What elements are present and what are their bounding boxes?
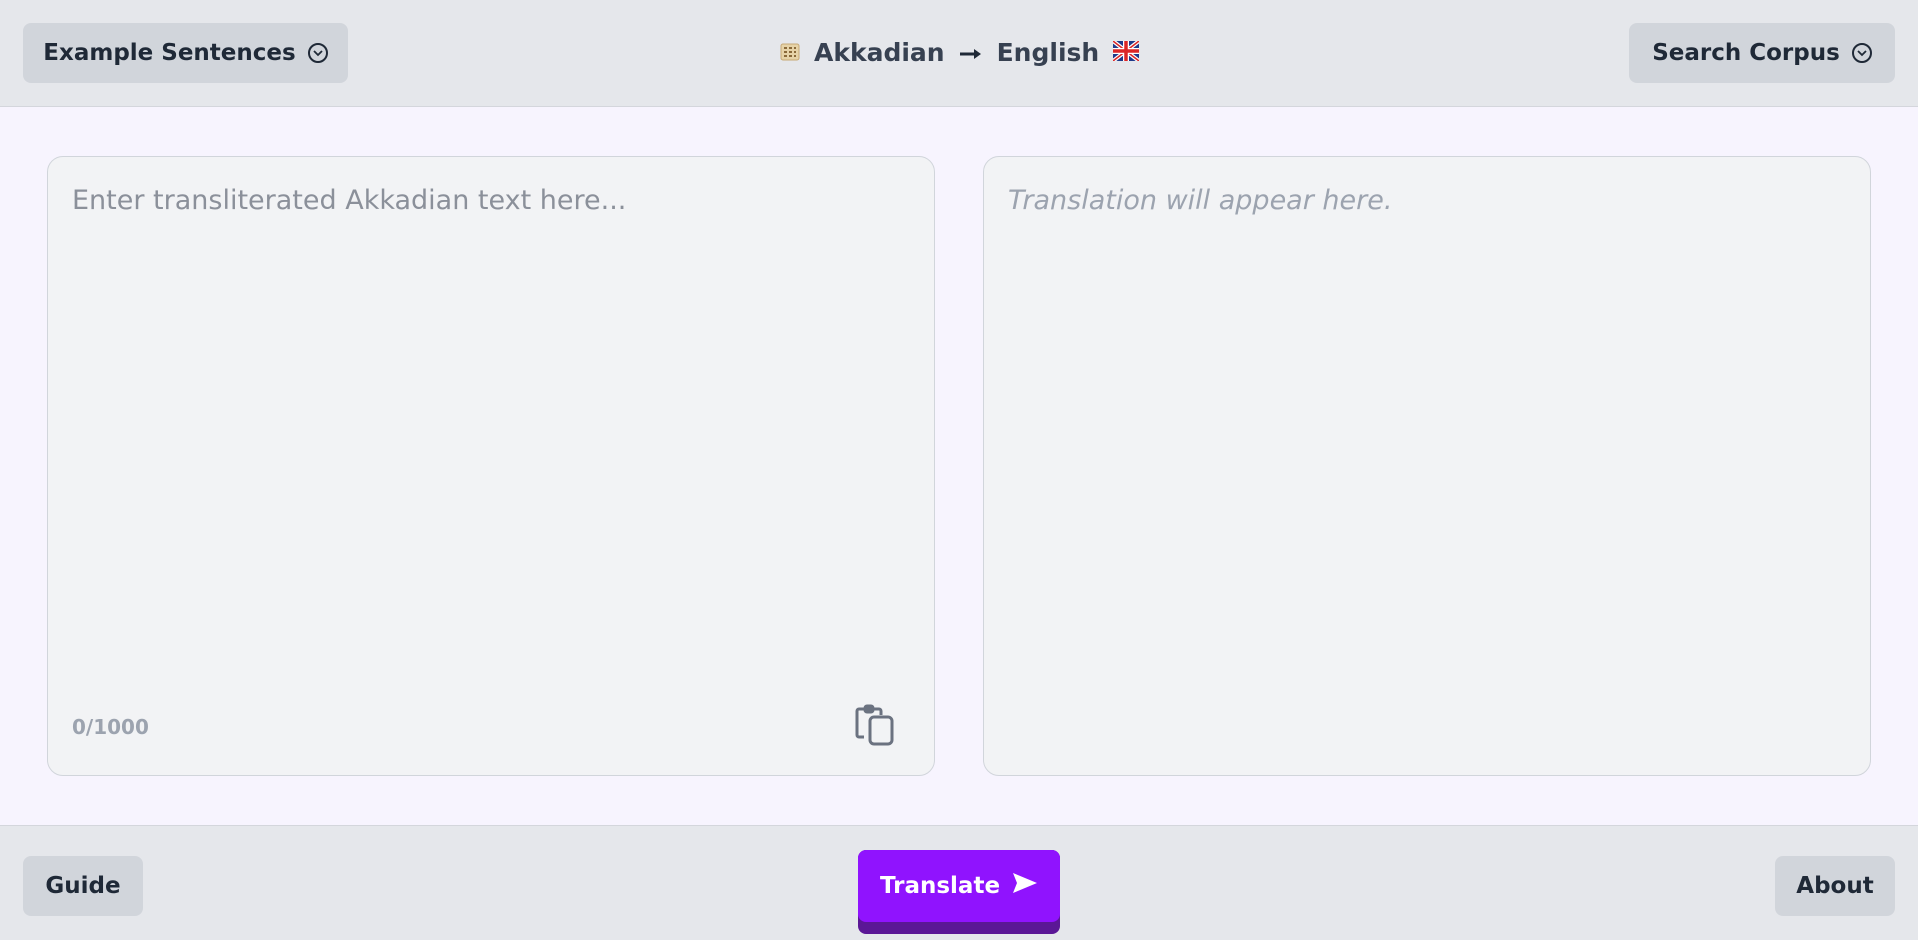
source-language: Akkadian xyxy=(814,37,945,67)
chevron-down-icon xyxy=(1851,43,1872,63)
about-label: About xyxy=(1796,873,1874,899)
search-corpus-button[interactable]: Search Corpus xyxy=(1629,23,1895,83)
input-panel: 0/1000 xyxy=(47,156,935,776)
akkadian-input[interactable] xyxy=(48,157,934,775)
translation-placeholder: Translation will appear here. xyxy=(1008,185,1393,216)
translate-button[interactable]: Translate xyxy=(858,850,1060,922)
cuneiform-tablet-icon xyxy=(780,38,800,67)
send-icon xyxy=(1012,872,1038,900)
clipboard-icon[interactable] xyxy=(854,703,896,747)
character-count: 0/1000 xyxy=(72,715,149,739)
chevron-down-icon xyxy=(307,43,328,63)
translate-label: Translate xyxy=(879,873,1001,899)
output-panel: Translation will appear here. xyxy=(983,156,1871,776)
target-language: English xyxy=(996,37,1100,67)
search-corpus-label: Search Corpus xyxy=(1652,40,1840,66)
example-sentences-button[interactable]: Example Sentences xyxy=(23,23,348,83)
arrow-right-icon xyxy=(959,38,983,67)
language-pair: Akkadian English xyxy=(780,32,1141,72)
guide-button[interactable]: Guide xyxy=(23,856,143,916)
translate-button-shadow: Translate xyxy=(858,850,1060,934)
about-button[interactable]: About xyxy=(1775,856,1895,916)
uk-flag-icon xyxy=(1111,38,1141,67)
example-sentences-label: Example Sentences xyxy=(43,40,296,66)
top-bar: Example Sentences Akkadian English Searc… xyxy=(0,0,1918,107)
guide-label: Guide xyxy=(45,873,121,899)
